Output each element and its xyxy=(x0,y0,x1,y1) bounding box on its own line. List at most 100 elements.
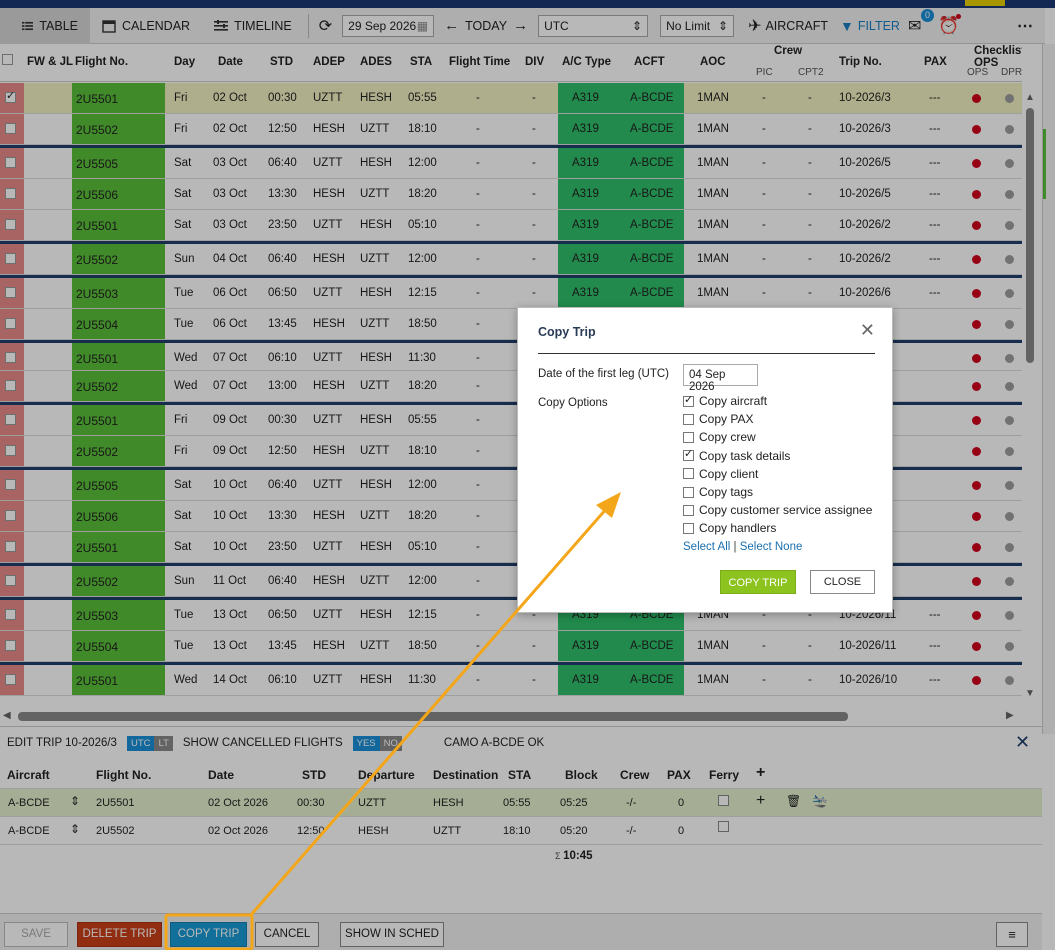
copy-option-checkbox[interactable] xyxy=(683,486,694,498)
ops-status-dot[interactable] xyxy=(972,382,981,391)
dpr-status-dot[interactable] xyxy=(1005,221,1014,230)
copy-option-checkbox[interactable] xyxy=(683,393,694,407)
flight-cell[interactable]: 2U5502 xyxy=(72,244,165,274)
date-input[interactable]: 29 Sep 2026 ▦ xyxy=(342,14,435,37)
add-leg-plus-icon[interactable]: + xyxy=(756,764,765,782)
ops-status-dot[interactable] xyxy=(972,221,981,230)
row-checkbox[interactable] xyxy=(5,157,16,168)
filter-button[interactable]: ▼ FILTER xyxy=(834,18,906,34)
refresh-icon[interactable]: ⟳ xyxy=(313,16,338,36)
table-row[interactable]: 2U5503 Tue 06 Oct 06:50 UZTT HESH 12:15 - - A319 A… xyxy=(0,275,1022,309)
dpr-status-dot[interactable] xyxy=(1005,159,1014,168)
cell-trip[interactable]: 10-2026/5 xyxy=(839,157,891,169)
flight-cell[interactable]: 2U5501 xyxy=(72,405,165,435)
ops-status-dot[interactable] xyxy=(972,190,981,199)
dpr-status-dot[interactable] xyxy=(1005,94,1014,103)
lt-toggle[interactable]: LT xyxy=(154,735,173,751)
first-leg-date-input[interactable]: 04 Sep 2026 xyxy=(683,364,758,393)
edit-row[interactable]: A-BCDE ⇕ 2U5502 02 Oct 2026 12:50 HESH U… xyxy=(0,816,1042,844)
flight-cell[interactable]: 2U5501 xyxy=(72,210,165,240)
ops-status-dot[interactable] xyxy=(972,354,981,363)
ops-status-dot[interactable] xyxy=(972,159,981,168)
header-dpr[interactable]: DPR xyxy=(1001,67,1022,78)
table-row[interactable]: 2U5504 Tue 13 Oct 13:45 HESH UZTT 18:50 - - A319 A… xyxy=(0,631,1022,662)
trash-icon[interactable]: 🗑 xyxy=(786,794,801,808)
row-checkbox[interactable] xyxy=(5,479,16,490)
today-button[interactable]: TODAY xyxy=(465,19,507,33)
dpr-status-dot[interactable] xyxy=(1005,676,1014,685)
scroll-left-arrow-icon[interactable]: ◀ xyxy=(3,710,11,721)
header-div[interactable]: DIV xyxy=(525,56,544,68)
ops-status-dot[interactable] xyxy=(972,481,981,490)
utc-toggle[interactable]: UTC xyxy=(126,735,155,751)
flight-cell[interactable]: 2U5504 xyxy=(72,631,165,661)
save-button[interactable]: SAVE xyxy=(4,922,68,947)
copy-option[interactable]: Copy aircraft xyxy=(683,393,767,408)
flight-cell[interactable]: 2U5504 xyxy=(72,309,165,339)
dpr-status-dot[interactable] xyxy=(1005,320,1014,329)
row-checkbox[interactable]: ✓ xyxy=(5,90,16,103)
aircraft-button[interactable]: ✈ AIRCRAFT xyxy=(742,16,834,36)
copy-option-checkbox[interactable] xyxy=(683,413,694,425)
hamburger-menu-icon[interactable]: ≡ xyxy=(996,922,1028,947)
header-pic[interactable]: PIC xyxy=(756,67,773,78)
row-checkbox[interactable] xyxy=(5,510,16,521)
close-button[interactable]: CLOSE xyxy=(810,570,875,594)
delete-trip-button[interactable]: DELETE TRIP xyxy=(77,922,162,947)
tab-calendar[interactable]: CALENDAR xyxy=(90,8,202,44)
dpr-status-dot[interactable] xyxy=(1005,611,1014,620)
ops-status-dot[interactable] xyxy=(972,255,981,264)
copy-trip-button[interactable]: COPY TRIP xyxy=(170,922,247,947)
flight-cell[interactable]: 2U5502 xyxy=(72,566,165,596)
ops-status-dot[interactable] xyxy=(972,676,981,685)
row-checkbox[interactable] xyxy=(5,674,16,685)
flight-cell[interactable]: 2U5501 xyxy=(72,665,165,695)
ops-status-dot[interactable] xyxy=(972,543,981,552)
row-checkbox[interactable] xyxy=(5,318,16,329)
prev-arrow-icon[interactable]: ← xyxy=(438,17,465,34)
flight-cell[interactable]: 2U5506 xyxy=(72,501,165,531)
dpr-status-dot[interactable] xyxy=(1005,416,1014,425)
next-arrow-icon[interactable]: → xyxy=(507,17,534,34)
aircraft-sort-icon[interactable]: ⇕ xyxy=(70,794,80,808)
select-all-checkbox[interactable] xyxy=(2,54,13,65)
flight-cell[interactable]: 2U5506 xyxy=(72,179,165,209)
row-checkbox[interactable] xyxy=(5,575,16,586)
cell-trip[interactable]: 10-2026/6 xyxy=(839,287,891,299)
close-dialog-icon[interactable]: ✕ xyxy=(860,320,875,341)
edit-row[interactable]: A-BCDE ⇕ 2U5501 02 Oct 2026 00:30 UZTT H… xyxy=(0,788,1042,816)
dpr-status-dot[interactable] xyxy=(1005,354,1014,363)
dpr-status-dot[interactable] xyxy=(1005,543,1014,552)
dpr-status-dot[interactable] xyxy=(1005,190,1014,199)
limit-select[interactable]: No Limit ⇕ xyxy=(660,14,735,37)
alarm-button[interactable]: ⏰ xyxy=(938,13,964,36)
dpr-status-dot[interactable] xyxy=(1005,577,1014,586)
row-checkbox[interactable] xyxy=(5,287,16,298)
header-adep[interactable]: ADEP xyxy=(313,56,345,68)
cell-trip[interactable]: 10-2026/3 xyxy=(839,92,891,104)
ops-status-dot[interactable] xyxy=(972,512,981,521)
header-acft[interactable]: ACFT xyxy=(634,56,665,68)
dpr-status-dot[interactable] xyxy=(1005,447,1014,456)
row-checkbox[interactable] xyxy=(5,219,16,230)
header-trip-no[interactable]: Trip No. xyxy=(839,56,882,68)
row-checkbox[interactable] xyxy=(5,609,16,620)
header-sta[interactable]: STA xyxy=(410,56,432,68)
header-aoc[interactable]: AOC xyxy=(700,56,726,68)
ferry-checkbox[interactable] xyxy=(718,795,729,806)
tab-table[interactable]: TABLE xyxy=(0,7,90,44)
dpr-status-dot[interactable] xyxy=(1005,481,1014,490)
dpr-status-dot[interactable] xyxy=(1005,512,1014,521)
copy-option-checkbox[interactable] xyxy=(683,447,694,462)
flight-cell[interactable]: 2U5501 xyxy=(72,343,165,370)
landing-icon[interactable]: 🛬 xyxy=(812,793,828,809)
row-checkbox[interactable] xyxy=(5,352,16,363)
ops-status-dot[interactable] xyxy=(972,320,981,329)
ops-status-dot[interactable] xyxy=(972,94,981,103)
flight-cell[interactable]: 2U5501 xyxy=(72,83,165,113)
table-row[interactable]: 2U5501 Sat 03 Oct 23:50 UZTT HESH 05:10 - - A319 A… xyxy=(0,210,1022,241)
flight-cell[interactable]: 2U5503 xyxy=(72,278,165,308)
select-none-link[interactable]: Select None xyxy=(740,541,803,553)
copy-option[interactable]: Copy task details xyxy=(683,447,790,463)
copy-option-checkbox[interactable] xyxy=(683,504,694,516)
